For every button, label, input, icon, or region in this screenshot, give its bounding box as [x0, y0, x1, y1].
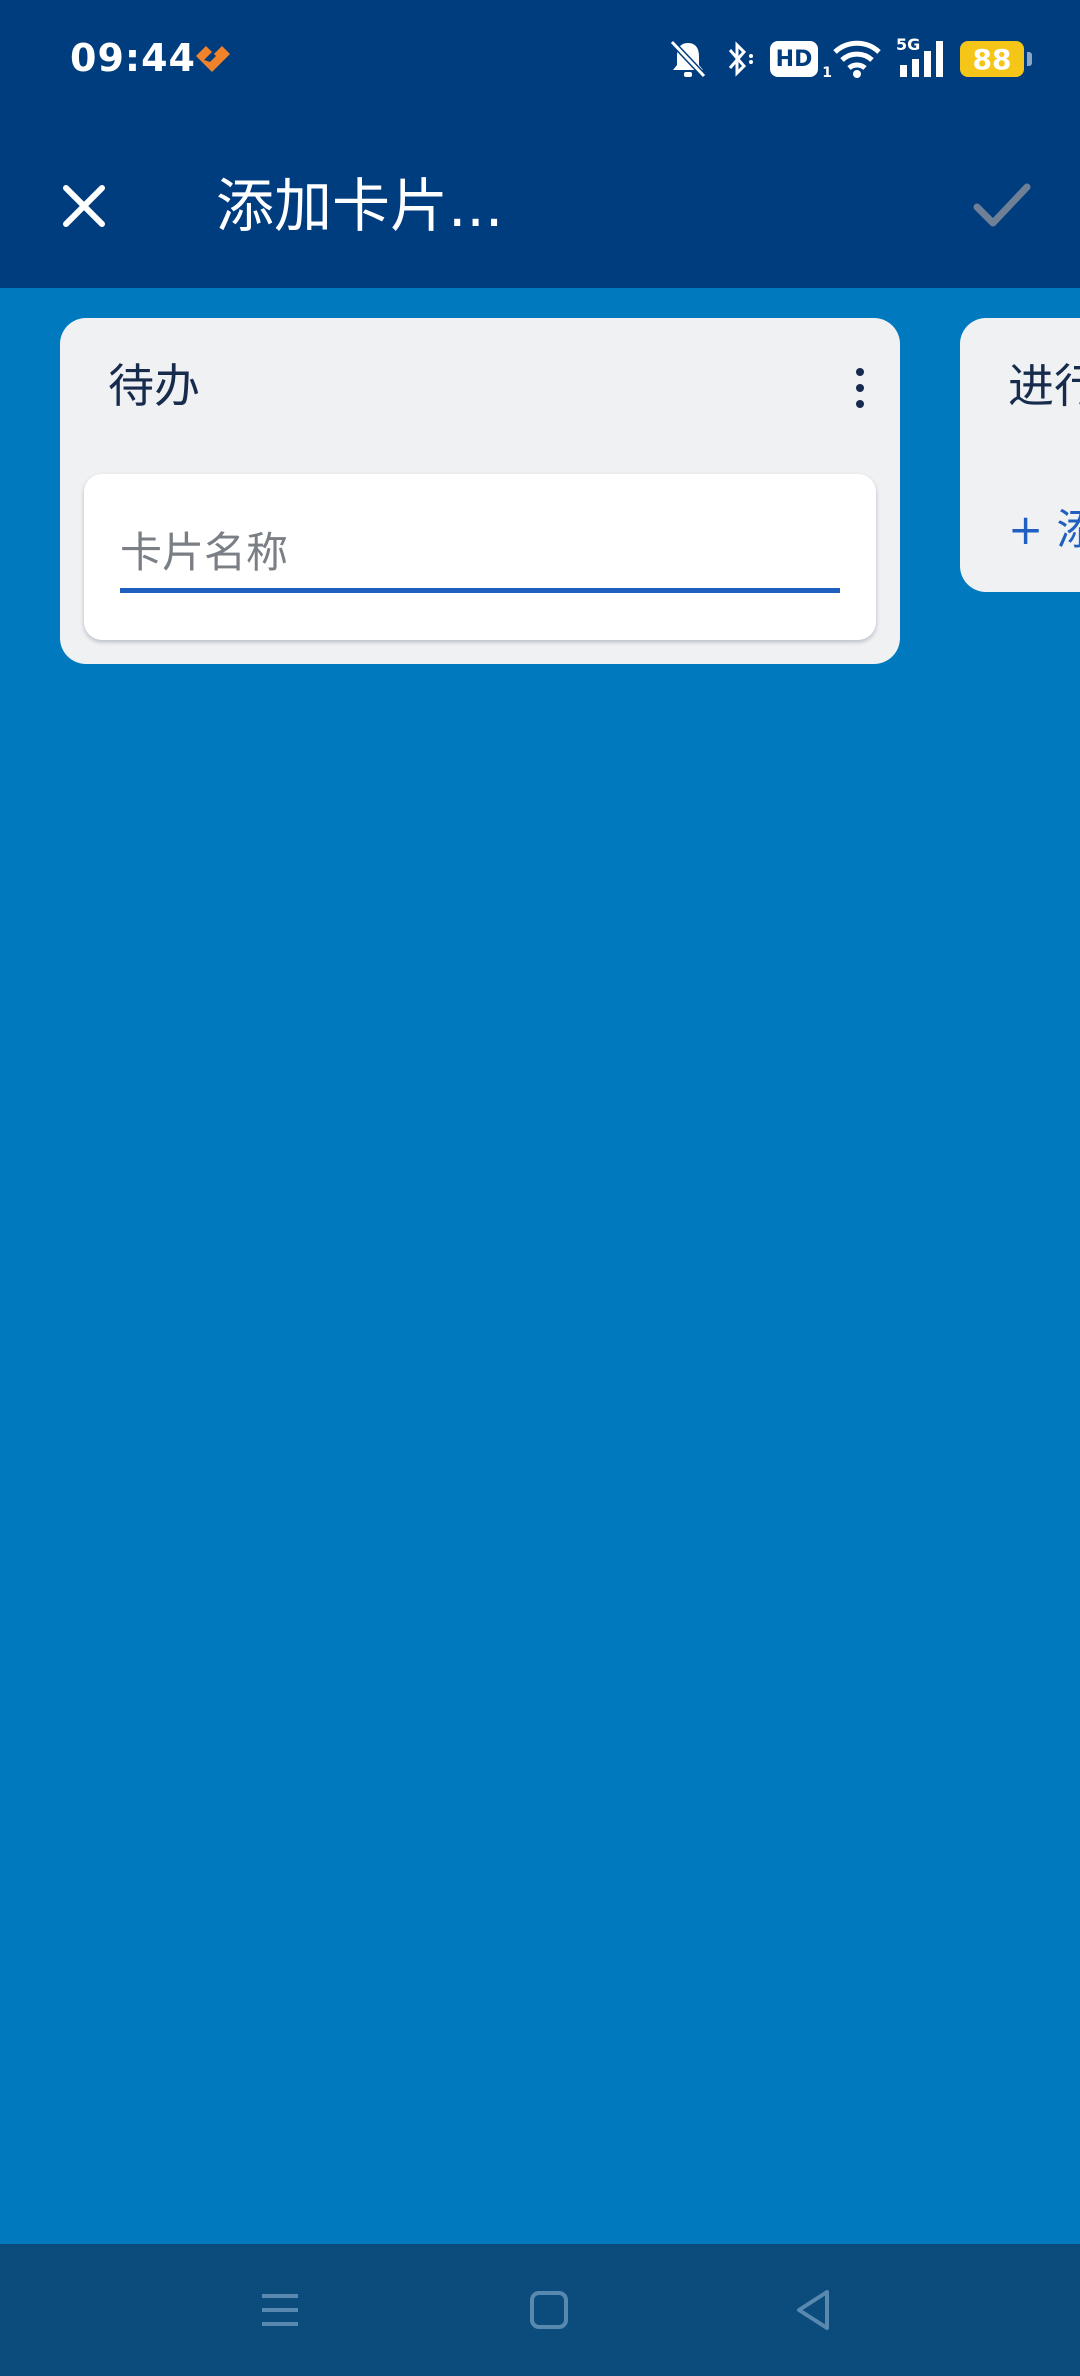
close-icon — [63, 185, 105, 227]
more-vertical-icon-dot — [856, 384, 864, 392]
list-title: 进行中 — [1008, 359, 1080, 413]
hd-label: HD — [775, 46, 813, 72]
app-notification-icon — [192, 42, 232, 76]
home-icon — [530, 2291, 568, 2329]
battery-icon: 88 — [960, 41, 1032, 77]
cellular-signal-icon: 5G — [896, 35, 946, 79]
bluetooth-icon — [722, 38, 756, 80]
hd-sub-label: 1 — [822, 65, 832, 81]
nav-menu-button[interactable] — [248, 2278, 312, 2342]
list-in-progress: 进行中 + 添加卡片 — [960, 318, 1080, 592]
list-title: 待办 — [108, 359, 200, 413]
battery-level: 88 — [972, 42, 1012, 76]
board[interactable]: 待办 进行中 + 添加卡片 — [0, 288, 1080, 2244]
list-menu-button[interactable] — [844, 358, 876, 418]
nav-home-button[interactable] — [517, 2278, 581, 2342]
menu-icon — [262, 2294, 298, 2326]
new-card-editor — [84, 474, 876, 640]
check-icon — [973, 183, 1031, 227]
hd-voice-icon: HD 1 — [770, 41, 832, 81]
card-name-input[interactable] — [120, 516, 840, 593]
more-vertical-icon-dot — [856, 368, 864, 376]
app-bar: 添加卡片... — [0, 120, 1080, 288]
more-vertical-icon-dot — [856, 400, 864, 408]
navigation-bar — [0, 2244, 1080, 2376]
status-icons: HD 1 5G 88 — [668, 34, 1032, 84]
wifi-icon — [832, 39, 882, 79]
status-bar: 09:44 HD 1 5G 88 — [0, 0, 1080, 120]
page-title: 添加卡片... — [216, 172, 504, 240]
bell-off-icon — [668, 38, 708, 80]
nav-back-button[interactable] — [781, 2278, 845, 2342]
back-icon — [797, 2290, 829, 2330]
battery-tip — [1027, 52, 1032, 66]
status-time: 09:44 — [70, 36, 196, 80]
add-card-button[interactable]: + 添加卡片 — [1008, 502, 1080, 558]
confirm-button[interactable] — [964, 168, 1040, 244]
close-button[interactable] — [48, 170, 120, 242]
list-todo: 待办 — [60, 318, 900, 664]
